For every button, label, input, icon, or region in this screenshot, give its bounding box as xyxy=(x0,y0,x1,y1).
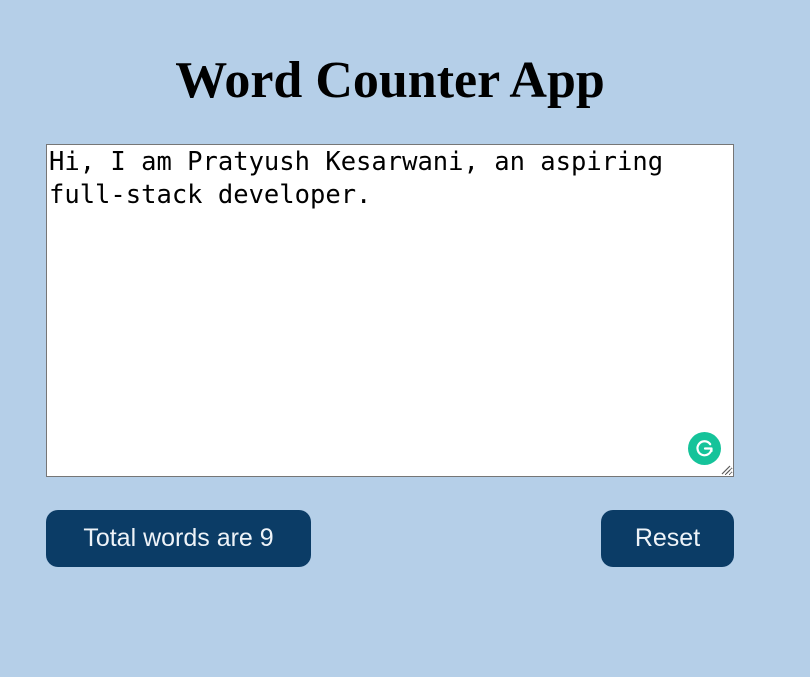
resize-grip-lines xyxy=(721,465,731,475)
reset-button[interactable]: Reset xyxy=(601,510,734,567)
word-count-button[interactable]: Total words are 9 xyxy=(46,510,311,567)
resize-handle-icon[interactable] xyxy=(720,462,731,475)
grammarly-icon[interactable] xyxy=(688,432,721,465)
page-title: Word Counter App xyxy=(175,52,605,109)
text-input-area[interactable]: Hi, I am Pratyush Kesarwani, an aspiring… xyxy=(46,144,734,477)
grammarly-g-glyph xyxy=(696,440,713,457)
